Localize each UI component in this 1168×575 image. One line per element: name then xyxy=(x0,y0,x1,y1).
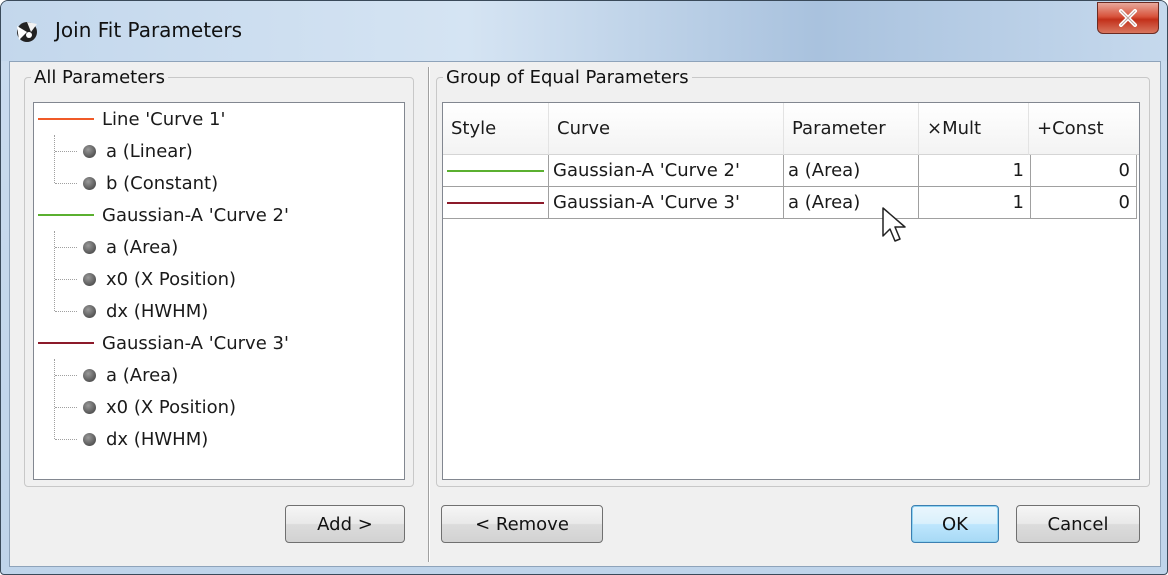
style-cell xyxy=(443,187,549,219)
column-header-mult[interactable]: ×Mult xyxy=(919,103,1029,155)
tree-param-label: a (Linear) xyxy=(106,140,193,162)
mouse-cursor-icon xyxy=(882,207,906,242)
remove-button[interactable]: < Remove xyxy=(441,505,603,543)
table-row[interactable]: Gaussian-A 'Curve 3' a (Area) 1 0 xyxy=(443,187,1139,219)
tree-param[interactable]: x0 (X Position) xyxy=(55,391,236,423)
const-cell[interactable]: 0 xyxy=(1031,155,1137,187)
window-title: Join Fit Parameters xyxy=(55,18,243,42)
bullet-icon xyxy=(83,432,96,446)
const-cell[interactable]: 0 xyxy=(1031,187,1137,219)
column-header-parameter[interactable]: Parameter xyxy=(784,103,919,155)
parameter-cell: a (Area) xyxy=(784,155,919,187)
equal-parameters-label: Group of Equal Parameters xyxy=(443,67,692,88)
tree-curve-label: Line 'Curve 1' xyxy=(102,108,226,130)
tree-param-label: a (Area) xyxy=(106,236,179,258)
title-bar[interactable]: Join Fit Parameters xyxy=(1,1,1167,61)
bullet-icon xyxy=(83,400,96,414)
tree-param[interactable]: b (Constant) xyxy=(55,167,218,199)
tree-param-label: dx (HWHM) xyxy=(106,300,209,322)
style-line xyxy=(447,201,544,204)
panel-separator xyxy=(428,67,430,562)
parameters-tree[interactable]: Line 'Curve 1' a (Linear) b (Constant) G… xyxy=(33,102,405,480)
bullet-icon xyxy=(83,176,96,190)
tree-param[interactable]: a (Area) xyxy=(55,231,178,263)
tree-curve-1[interactable]: Line 'Curve 1' xyxy=(38,103,225,135)
tree-curve-3[interactable]: Gaussian-A 'Curve 3' xyxy=(38,327,289,359)
column-header-curve[interactable]: Curve xyxy=(549,103,784,155)
tree-param-label: b (Constant) xyxy=(106,172,219,194)
table-header: Style Curve Parameter ×Mult +Const xyxy=(443,103,1139,155)
curve-1-color-swatch xyxy=(38,118,94,120)
tree-param[interactable]: a (Area) xyxy=(55,359,178,391)
bullet-icon xyxy=(83,368,96,382)
tree-param-label: a (Area) xyxy=(106,364,179,386)
tree-param-label: x0 (X Position) xyxy=(106,268,237,290)
bullet-icon xyxy=(83,272,96,286)
add-button[interactable]: Add > xyxy=(285,505,405,543)
mult-cell[interactable]: 1 xyxy=(919,155,1031,187)
mult-cell[interactable]: 1 xyxy=(919,187,1031,219)
curve-2-color-swatch xyxy=(38,214,94,216)
all-parameters-label: All Parameters xyxy=(31,67,169,88)
column-header-style[interactable]: Style xyxy=(443,103,549,155)
curve-cell: Gaussian-A 'Curve 3' xyxy=(549,187,784,219)
bullet-icon xyxy=(83,240,96,254)
tree-param-label: x0 (X Position) xyxy=(106,396,237,418)
style-line xyxy=(447,169,544,172)
curve-cell: Gaussian-A 'Curve 2' xyxy=(549,155,784,187)
tree-param[interactable]: x0 (X Position) xyxy=(55,263,236,295)
tree-curve-label: Gaussian-A 'Curve 2' xyxy=(102,204,289,226)
tree-param[interactable]: a (Linear) xyxy=(55,135,193,167)
tree-curve-label: Gaussian-A 'Curve 3' xyxy=(102,332,289,354)
equal-parameters-table[interactable]: Style Curve Parameter ×Mult +Const Gauss… xyxy=(442,102,1140,480)
dialog-client-area: All Parameters Line 'Curve 1' a (Linear)… xyxy=(9,61,1161,567)
curve-3-color-swatch xyxy=(38,342,94,344)
close-icon xyxy=(1119,9,1137,27)
cancel-button[interactable]: Cancel xyxy=(1016,505,1140,543)
column-header-const[interactable]: +Const xyxy=(1029,103,1139,155)
tree-param[interactable]: dx (HWHM) xyxy=(55,295,208,327)
close-button[interactable] xyxy=(1097,2,1159,34)
bullet-icon xyxy=(83,304,96,318)
tree-param-label: dx (HWHM) xyxy=(106,428,209,450)
style-cell xyxy=(443,155,549,187)
ok-button[interactable]: OK xyxy=(911,505,999,543)
dialog-window: Join Fit Parameters All Parameters Line … xyxy=(0,0,1168,575)
bullet-icon xyxy=(83,144,96,158)
tree-curve-2[interactable]: Gaussian-A 'Curve 2' xyxy=(38,199,289,231)
tree-param[interactable]: dx (HWHM) xyxy=(55,423,208,455)
table-row[interactable]: Gaussian-A 'Curve 2' a (Area) 1 0 xyxy=(443,155,1139,187)
app-logo-icon xyxy=(17,22,37,42)
